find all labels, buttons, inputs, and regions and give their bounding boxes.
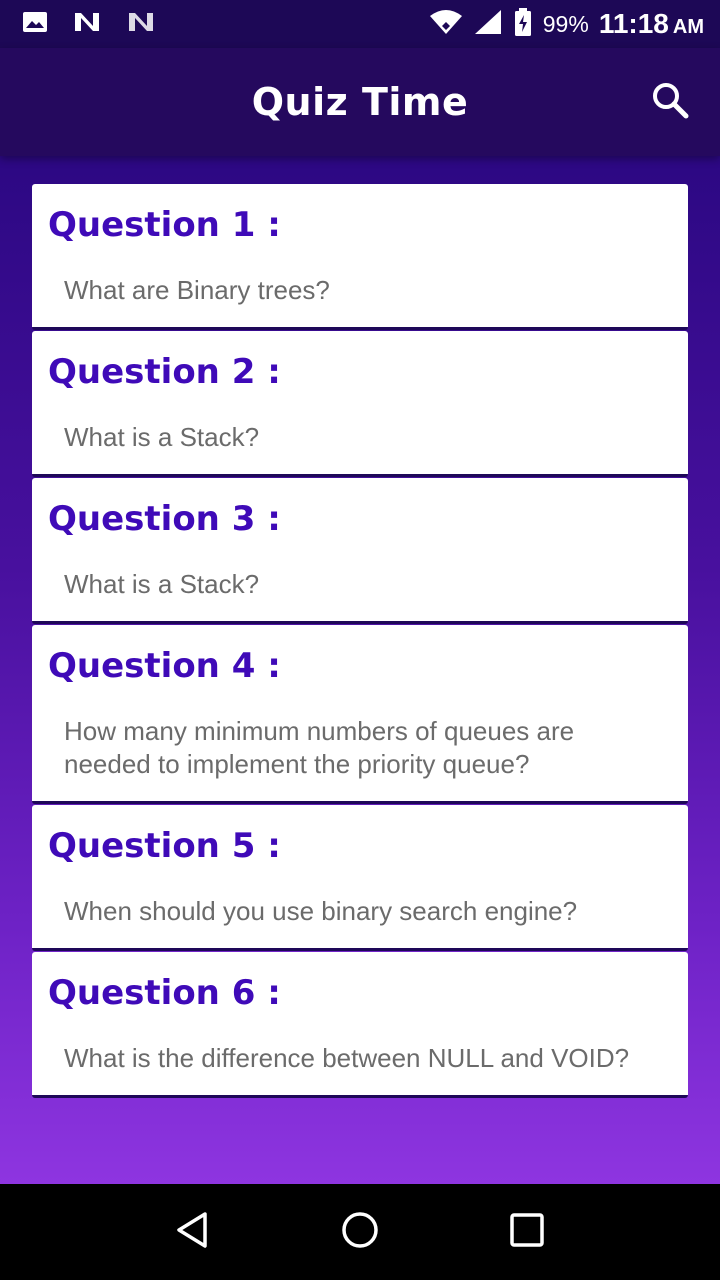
wifi-icon [429,8,463,41]
question-text: What is a Stack? [64,569,260,599]
question-text: How many minimum numbers of queues are n… [64,716,575,779]
question-card[interactable]: Question 2 : What is a Stack? [32,331,688,477]
question-card[interactable]: Question 4 : How many minimum numbers of… [32,625,688,804]
question-title: Question 1 : [48,205,281,245]
question-text: When should you use binary search engine… [64,896,578,926]
clock-time: 11:18 [598,8,669,39]
home-icon [340,1210,380,1255]
app-bar: Quiz Time [0,48,720,156]
recents-icon [507,1210,547,1255]
question-list: Question 1 : What are Binary trees? Ques… [32,184,688,1099]
navigation-bar [0,1184,720,1280]
question-title: Question 3 : [48,499,281,539]
back-icon [173,1210,213,1255]
recents-button[interactable] [503,1208,551,1256]
status-system: 99% 11:18 AM [429,7,720,42]
battery-charging-icon [513,7,533,42]
question-text: What are Binary trees? [64,275,330,305]
status-notifications [0,11,156,38]
question-card[interactable]: Question 1 : What are Binary trees? [32,184,688,330]
back-button[interactable] [169,1208,217,1256]
question-text: What is a Stack? [64,422,260,452]
question-card[interactable]: Question 3 : What is a Stack? [32,478,688,624]
question-list-container[interactable]: Question 1 : What are Binary trees? Ques… [0,156,720,1184]
question-card[interactable]: Question 5 : When should you use binary … [32,805,688,951]
question-title: Question 5 : [48,826,281,866]
image-icon [22,11,48,38]
question-text: What is the difference between NULL and … [64,1043,630,1073]
clock-ampm: AM [672,16,704,38]
home-button[interactable] [336,1208,384,1256]
n-notification-icon [126,11,156,38]
n-notification-icon [72,11,102,38]
search-icon [650,80,690,125]
page-title: Quiz Time [251,80,469,124]
question-title: Question 2 : [48,352,281,392]
question-card[interactable]: Question 6 : What is the difference betw… [32,952,688,1098]
status-bar: 99% 11:18 AM [0,0,720,48]
question-title: Question 6 : [48,973,281,1013]
clock: 11:18 AM [599,8,704,40]
signal-icon [473,8,503,41]
question-title: Question 4 : [48,646,281,686]
search-button[interactable] [646,78,694,126]
battery-percentage: 99% [542,10,589,37]
